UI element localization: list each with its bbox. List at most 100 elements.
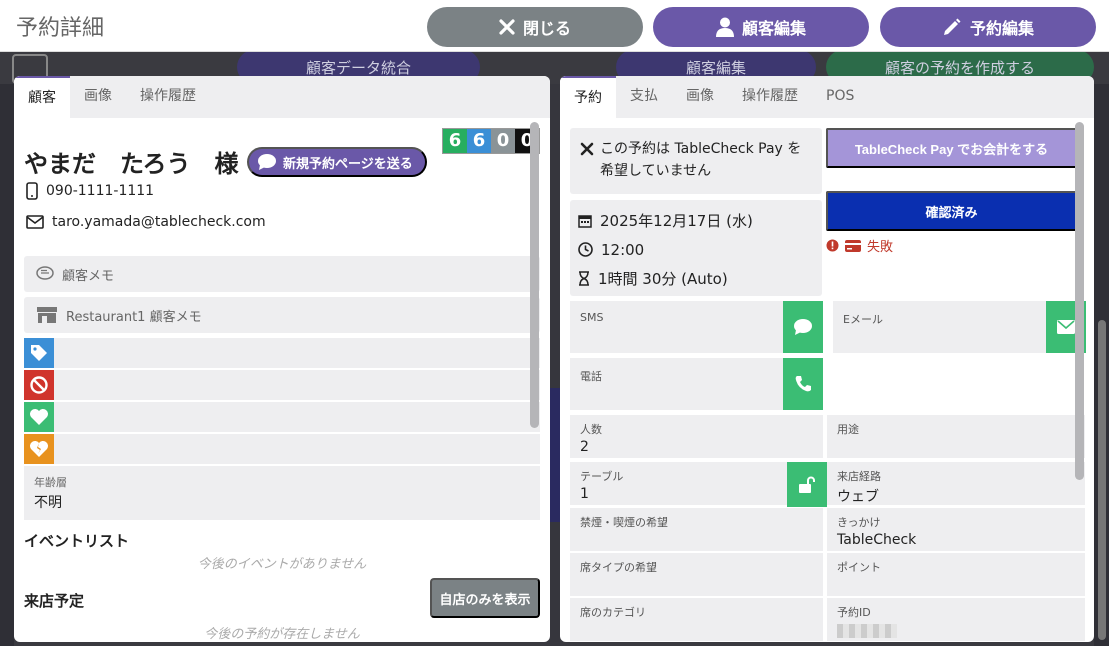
alert-icon — [826, 239, 839, 252]
tab-reservation[interactable]: 予約 — [560, 76, 616, 118]
ban-icon — [24, 370, 54, 400]
customer-phone: 090-1111-1111 — [26, 182, 154, 200]
heart-icon — [24, 402, 54, 432]
tab-pos[interactable]: POS — [812, 76, 868, 118]
chat-bubble-icon — [258, 154, 276, 170]
trigger-value: TableCheck — [837, 532, 917, 548]
phone-icon — [795, 376, 811, 392]
restaurant-memo[interactable]: Restaurant1 顧客メモ — [24, 297, 540, 333]
email-address: taro.yamada@tablecheck.com — [52, 214, 266, 230]
mobile-phone-icon — [26, 182, 38, 200]
background-strip-left — [0, 84, 14, 646]
visit-schedule-title: 来店予定 — [24, 592, 85, 610]
credit-card-icon — [845, 239, 861, 252]
reservation-id-redacted — [837, 624, 897, 638]
seat-category-label: 席のカテゴリ — [580, 606, 646, 619]
likes-row[interactable] — [24, 402, 540, 432]
seat-type-field: 席タイプの希望 — [570, 553, 823, 596]
reservation-edit-label: 予約編集 — [969, 21, 1034, 38]
sms-contact: SMS — [570, 301, 823, 353]
customer-panel: 顧客 画像 操作履歴 6 6 0 0 やまだ たろう 様 新規予約ページを送る … — [14, 76, 550, 642]
background-scrollbar — [1098, 320, 1106, 640]
reservation-panel: 予約 支払 画像 操作履歴 POS この予約は TableCheck Pay を… — [560, 76, 1094, 642]
chat-bubble-icon — [794, 319, 812, 335]
source-field: 来店経路 ウェブ — [827, 462, 1085, 505]
reservation-edit-button[interactable]: 予約編集 — [880, 7, 1096, 47]
sms-label: SMS — [580, 311, 604, 324]
restaurant-memo-label: Restaurant1 顧客メモ — [66, 309, 202, 325]
event-empty-note: 今後のイベントがありません — [197, 557, 367, 572]
confirmed-button[interactable]: 確認済み — [826, 191, 1077, 231]
payment-fail-status: 失敗 — [826, 236, 893, 255]
comment-icon — [36, 266, 54, 280]
background-customer-edit-label: 顧客編集 — [685, 58, 746, 77]
customer-edit-label: 顧客編集 — [741, 21, 806, 38]
unlock-icon — [799, 476, 815, 493]
customer-memo-label: 顧客メモ — [62, 268, 115, 284]
seat-category-field: 席のカテゴリ — [570, 598, 823, 641]
guests-value: 2 — [580, 439, 589, 455]
guests-field: 人数 2 — [570, 415, 823, 458]
table-value: 1 — [580, 486, 589, 502]
tab-images[interactable]: 画像 — [70, 76, 126, 118]
seat-type-label: 席タイプの希望 — [580, 561, 657, 574]
event-list-title: イベントリスト — [24, 532, 130, 550]
reservation-panel-scrollbar[interactable] — [1075, 122, 1084, 480]
background-strip-middle — [550, 84, 560, 646]
customer-edit-button[interactable]: 顧客編集 — [653, 7, 869, 47]
tab-customer[interactable]: 顧客 — [14, 76, 70, 118]
tab-history[interactable]: 操作履歴 — [126, 76, 210, 118]
sms-button[interactable] — [783, 301, 823, 353]
broken-heart-icon — [24, 434, 54, 464]
customer-email: taro.yamada@tablecheck.com — [26, 214, 266, 230]
points-label: ポイント — [837, 561, 881, 574]
close-label: 閉じる — [522, 21, 571, 38]
modal-header: 予約詳細 閉じる 顧客編集 予約編集 — [0, 0, 1109, 52]
tablecheck-pay-button[interactable]: TableCheck Pay でお会計をする — [826, 128, 1077, 168]
score-digit: 6 — [443, 129, 467, 153]
customer-score: 6 6 0 0 — [442, 128, 540, 154]
purpose-label: 用途 — [837, 423, 859, 436]
tab-history[interactable]: 操作履歴 — [728, 76, 812, 118]
reservation-duration: 1時間 30分 (Auto) — [598, 270, 728, 288]
pay-note: この予約は TableCheck Pay を希望していません — [570, 128, 822, 194]
close-button[interactable]: 閉じる — [427, 7, 643, 47]
smoking-label: 禁煙・喫煙の希望 — [580, 516, 668, 529]
pay-note-text: この予約は TableCheck Pay を希望していません — [600, 141, 802, 179]
send-reservation-page-button[interactable]: 新規予約ページを送る — [247, 147, 427, 177]
points-field: ポイント — [827, 553, 1085, 596]
visit-empty-note: 今後の予約が存在しません — [204, 627, 360, 642]
phone-button[interactable] — [783, 358, 823, 410]
table-field: テーブル 1 — [570, 462, 823, 505]
customer-panel-scrollbar[interactable] — [530, 122, 539, 428]
guests-label: 人数 — [580, 423, 602, 436]
table-lock-button[interactable] — [787, 462, 827, 507]
clock-icon — [578, 242, 593, 257]
customer-name: やまだ たろう 様 — [24, 150, 239, 178]
dislikes-row[interactable] — [24, 434, 540, 464]
background-merge-label: 顧客データ統合 — [305, 58, 411, 77]
reservation-id-field: 予約ID — [827, 598, 1085, 641]
reservation-time: 12:00 — [601, 240, 645, 259]
age-group-label: 年齢層 — [34, 476, 67, 489]
envelope-icon — [1057, 320, 1075, 334]
trigger-label: きっかけ — [837, 516, 881, 529]
close-icon — [499, 19, 515, 35]
store-icon — [37, 307, 57, 323]
customer-memo[interactable]: 顧客メモ — [24, 256, 540, 292]
tags-row[interactable] — [24, 338, 540, 368]
reservation-id-label: 予約ID — [837, 606, 871, 619]
score-digit: 0 — [491, 129, 515, 153]
tab-images[interactable]: 画像 — [672, 76, 728, 118]
age-group-value: 不明 — [34, 495, 62, 511]
tab-payment[interactable]: 支払 — [616, 76, 672, 118]
source-value: ウェブ — [837, 489, 879, 505]
table-label: テーブル — [580, 470, 624, 483]
reservation-date: 2025年12月17日 (水) — [600, 212, 753, 230]
purpose-field: 用途 — [827, 415, 1085, 458]
own-store-only-button[interactable]: 自店のみを表示 — [430, 578, 540, 618]
email-label: Eメール — [843, 313, 883, 326]
ng-row[interactable] — [24, 370, 540, 400]
background-create-label: 顧客の予約を作成する — [884, 58, 1035, 77]
calendar-icon — [578, 214, 592, 228]
